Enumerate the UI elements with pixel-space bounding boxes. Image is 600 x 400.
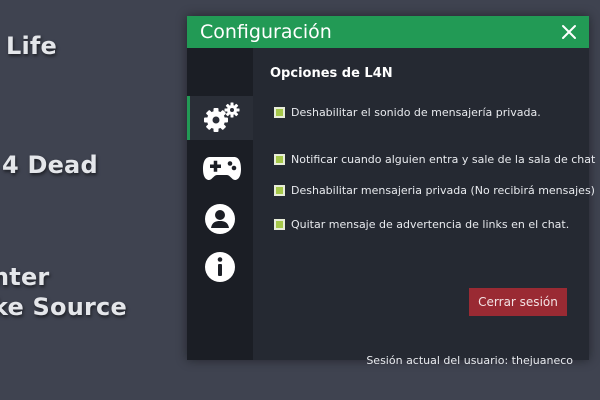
dialog-titlebar[interactable]: Configuración [187, 16, 589, 48]
option-disable-private-messages[interactable]: Deshabilitar mensajeria privada (No reci… [274, 182, 595, 198]
close-button[interactable] [557, 20, 581, 44]
background-game-title[interactable]: Life [6, 32, 57, 60]
option-notify-chat-join-leave[interactable]: Notificar cuando alguien entra y sale de… [274, 151, 595, 167]
gears-icon [204, 102, 240, 132]
user-icon [205, 204, 235, 234]
option-label: Notificar cuando alguien entra y sale de… [291, 152, 596, 166]
sidebar-item-games[interactable] [187, 144, 253, 188]
info-icon [205, 252, 235, 282]
option-label: Deshabilitar mensajeria privada (No reci… [291, 183, 595, 197]
settings-dialog: Configuración Opciones de L4N Deshabilit… [187, 16, 595, 367]
sidebar-item-account[interactable] [187, 196, 253, 240]
option-label: Quitar mensaje de advertencia de links e… [291, 217, 570, 231]
checkbox[interactable] [274, 153, 285, 165]
checkbox[interactable] [274, 106, 285, 118]
option-remove-link-warning[interactable]: Quitar mensaje de advertencia de links e… [274, 216, 569, 232]
logout-button[interactable]: Cerrar sesión [469, 288, 567, 316]
gamepad-icon [203, 157, 241, 180]
sidebar-item-settings[interactable] [187, 96, 253, 140]
checkbox[interactable] [274, 218, 285, 230]
option-label: Deshabilitar el sonido de mensajería pri… [291, 105, 541, 119]
close-icon [562, 25, 576, 39]
settings-sidebar [187, 48, 253, 360]
background-game-title[interactable]: ke Source [0, 293, 127, 321]
background-game-title[interactable]: nter [0, 263, 49, 291]
checkbox[interactable] [274, 184, 285, 196]
background-game-title[interactable]: 4 Dead [2, 151, 98, 179]
section-title: Opciones de L4N [270, 66, 393, 81]
dialog-title: Configuración [200, 21, 332, 43]
option-disable-pm-sound[interactable]: Deshabilitar el sonido de mensajería pri… [274, 104, 541, 120]
sidebar-item-about[interactable] [187, 244, 253, 288]
session-status: Sesión actual del usuario: thejuaneco [366, 354, 573, 367]
settings-content: Opciones de L4N Deshabilitar el sonido d… [270, 48, 595, 367]
